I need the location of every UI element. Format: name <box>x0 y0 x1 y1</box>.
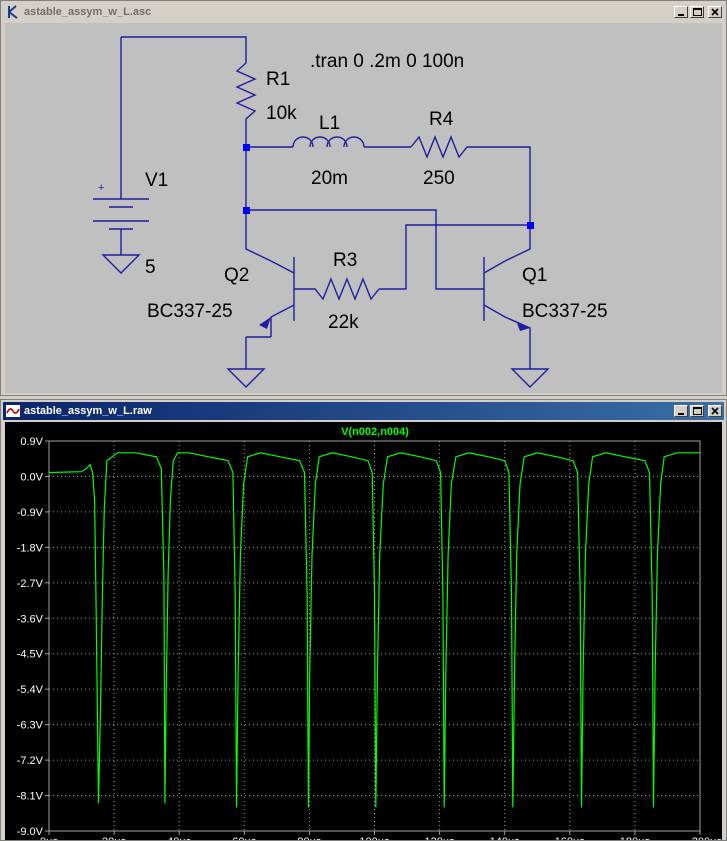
l1-value[interactable]: 20m <box>311 168 348 189</box>
close-button[interactable] <box>708 405 722 417</box>
y-tick-label: -8.1V <box>17 791 44 803</box>
y-tick-label: -0.9V <box>17 507 44 519</box>
maximize-button[interactable] <box>690 6 704 18</box>
wire <box>379 224 530 290</box>
l1-name[interactable]: L1 <box>319 113 340 134</box>
wire <box>504 225 531 262</box>
ground-v1 <box>101 254 141 274</box>
x-tick-label: 20µs <box>102 836 127 840</box>
x-tick-label: 140µs <box>490 836 521 840</box>
x-tick-label: 120µs <box>424 836 455 840</box>
trace-label[interactable]: V(n002,n004) <box>341 426 409 438</box>
q1-transistor-symbol <box>461 257 531 353</box>
schematic-window-title: astable_assym_w_L.asc <box>24 6 152 18</box>
y-tick-label: -5.4V <box>17 684 44 696</box>
minimize-button[interactable] <box>674 405 688 417</box>
r4-value[interactable]: 250 <box>423 168 455 189</box>
x-tick-label: 100µs <box>359 836 390 840</box>
y-tick-label: -1.8V <box>17 542 44 554</box>
wire <box>121 36 247 63</box>
x-tick-label: 60µs <box>232 836 257 840</box>
waveform-plot-area[interactable]: V(n002,n004) 0.9V 0.0V -0.9V -1.8V -2.7V -3.6… <box>5 422 722 840</box>
tran-directive[interactable]: .tran 0 .2m 0 100n <box>310 51 464 72</box>
ground-q2 <box>226 368 266 388</box>
v1-name[interactable]: V1 <box>145 170 168 191</box>
schematic-app-icon <box>5 4 21 20</box>
r1-resistor-symbol <box>235 62 257 147</box>
junction-dot <box>243 144 250 151</box>
q1-model[interactable]: BC337-25 <box>522 301 608 322</box>
y-tick-label: 0.0V <box>20 471 43 483</box>
x-tick-label: 40µs <box>167 836 192 840</box>
x-tick-label: 0µs <box>40 836 58 840</box>
r3-name[interactable]: R3 <box>333 250 357 271</box>
l1-inductor-symbol <box>292 136 411 148</box>
junction-dot <box>243 207 250 214</box>
waveform-window: astable_assym_w_L.raw V(n002,n004) 0.9V 0… <box>0 399 727 841</box>
q2-emitter-arrow <box>259 317 271 329</box>
schematic-canvas[interactable]: .tran 0 .2m 0 100n R1 10k L1 20m R4 250 … <box>5 23 722 393</box>
maximize-button[interactable] <box>690 405 704 417</box>
wire <box>245 147 272 262</box>
r1-value[interactable]: 10k <box>266 103 297 124</box>
y-tick-label: -7.2V <box>17 755 44 767</box>
r3-resistor-symbol <box>294 277 380 301</box>
y-tick-label: -4.5V <box>17 649 44 661</box>
schematic-window: astable_assym_w_L.asc .tran 0 .2m 0 100n… <box>0 0 727 396</box>
junction-dot <box>527 222 534 229</box>
r1-name[interactable]: R1 <box>266 69 290 90</box>
x-tick-label: 160µs <box>555 836 586 840</box>
q2-model[interactable]: BC337-25 <box>147 301 233 322</box>
waveform-titlebar[interactable]: astable_assym_w_L.raw <box>3 402 724 420</box>
y-tick-label: -2.7V <box>17 578 44 590</box>
y-tick-label: -6.3V <box>17 720 44 732</box>
r4-name[interactable]: R4 <box>429 109 454 130</box>
v1-plus-sign: + <box>98 182 104 194</box>
q2-name[interactable]: Q2 <box>224 265 249 286</box>
y-tick-label: 0.9V <box>20 436 43 448</box>
x-tick-label: 80µs <box>297 836 322 840</box>
waveform-app-icon <box>5 403 21 419</box>
waveform-window-title: astable_assym_w_L.raw <box>24 405 152 417</box>
q2-transistor-symbol <box>246 257 295 338</box>
q1-name[interactable]: Q1 <box>522 265 547 286</box>
schematic-titlebar[interactable]: astable_assym_w_L.asc <box>3 3 724 21</box>
close-button[interactable] <box>708 6 722 18</box>
x-tick-label: 200µs <box>692 836 722 840</box>
x-tick-label: 180µs <box>620 836 651 840</box>
v1-value[interactable]: 5 <box>145 257 156 278</box>
ground-q1 <box>510 368 550 388</box>
minimize-button[interactable] <box>674 6 688 18</box>
r3-value[interactable]: 22k <box>328 312 359 333</box>
y-tick-label: -3.6V <box>17 613 44 625</box>
